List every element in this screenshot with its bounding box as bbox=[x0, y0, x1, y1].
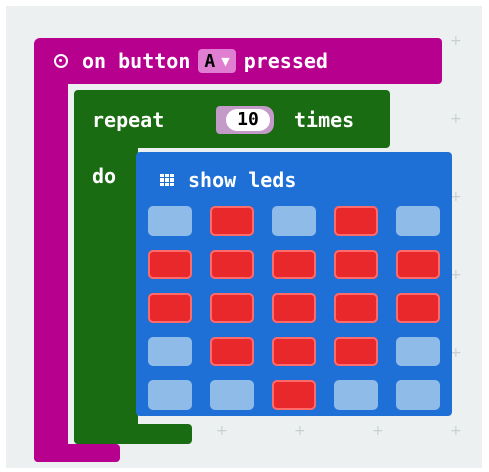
do-label: do bbox=[92, 164, 117, 188]
grid-plus-icon: + bbox=[450, 423, 462, 439]
caret-down-icon: ▼ bbox=[221, 54, 230, 68]
led-cell[interactable] bbox=[396, 293, 440, 323]
led-cell[interactable] bbox=[148, 380, 192, 410]
led-cell[interactable] bbox=[148, 249, 192, 280]
led-cell[interactable] bbox=[148, 336, 192, 367]
led-cell[interactable] bbox=[210, 249, 254, 280]
show-leds-label: show leds bbox=[188, 168, 297, 192]
led-cell[interactable] bbox=[334, 380, 378, 410]
led-cell[interactable] bbox=[272, 249, 316, 280]
led-cell[interactable] bbox=[334, 293, 378, 323]
led-cell[interactable] bbox=[210, 336, 254, 367]
led-cell[interactable] bbox=[272, 336, 316, 367]
event-prefix: on button bbox=[82, 49, 191, 73]
show-leds-block[interactable]: show leds bbox=[136, 152, 452, 416]
led-cell[interactable] bbox=[272, 380, 316, 410]
led-cell[interactable] bbox=[210, 380, 254, 410]
led-cell[interactable] bbox=[396, 249, 440, 280]
blocks-workspace[interactable]: + + + + + + + + + on button A ▼ pressed … bbox=[6, 6, 482, 468]
grid-plus-icon: + bbox=[450, 33, 462, 49]
led-cell[interactable] bbox=[396, 380, 440, 410]
grid-icon bbox=[160, 174, 174, 186]
times-label: times bbox=[294, 108, 355, 132]
led-cell[interactable] bbox=[148, 293, 192, 323]
event-suffix: pressed bbox=[243, 49, 328, 73]
led-cell[interactable] bbox=[396, 206, 440, 236]
led-cell[interactable] bbox=[334, 336, 378, 367]
button-dropdown-value: A bbox=[204, 50, 216, 72]
grid-plus-icon: + bbox=[450, 111, 462, 127]
led-cell[interactable] bbox=[396, 336, 440, 367]
led-cell[interactable] bbox=[334, 249, 378, 280]
led-cell[interactable] bbox=[210, 206, 254, 236]
event-block-foot bbox=[34, 444, 120, 462]
led-cell[interactable] bbox=[210, 293, 254, 323]
repeat-count-value[interactable]: 10 bbox=[226, 109, 270, 131]
repeat-count-input[interactable]: 10 bbox=[216, 106, 274, 134]
event-block-arm bbox=[34, 78, 68, 462]
button-dropdown[interactable]: A ▼ bbox=[198, 49, 236, 73]
led-matrix[interactable] bbox=[148, 206, 440, 410]
led-cell[interactable] bbox=[334, 206, 378, 236]
led-cell[interactable] bbox=[272, 293, 316, 323]
target-circle-icon bbox=[54, 54, 68, 68]
repeat-label: repeat bbox=[92, 108, 165, 132]
repeat-block-foot bbox=[74, 424, 192, 444]
led-cell[interactable] bbox=[148, 206, 192, 236]
led-cell[interactable] bbox=[272, 206, 316, 236]
